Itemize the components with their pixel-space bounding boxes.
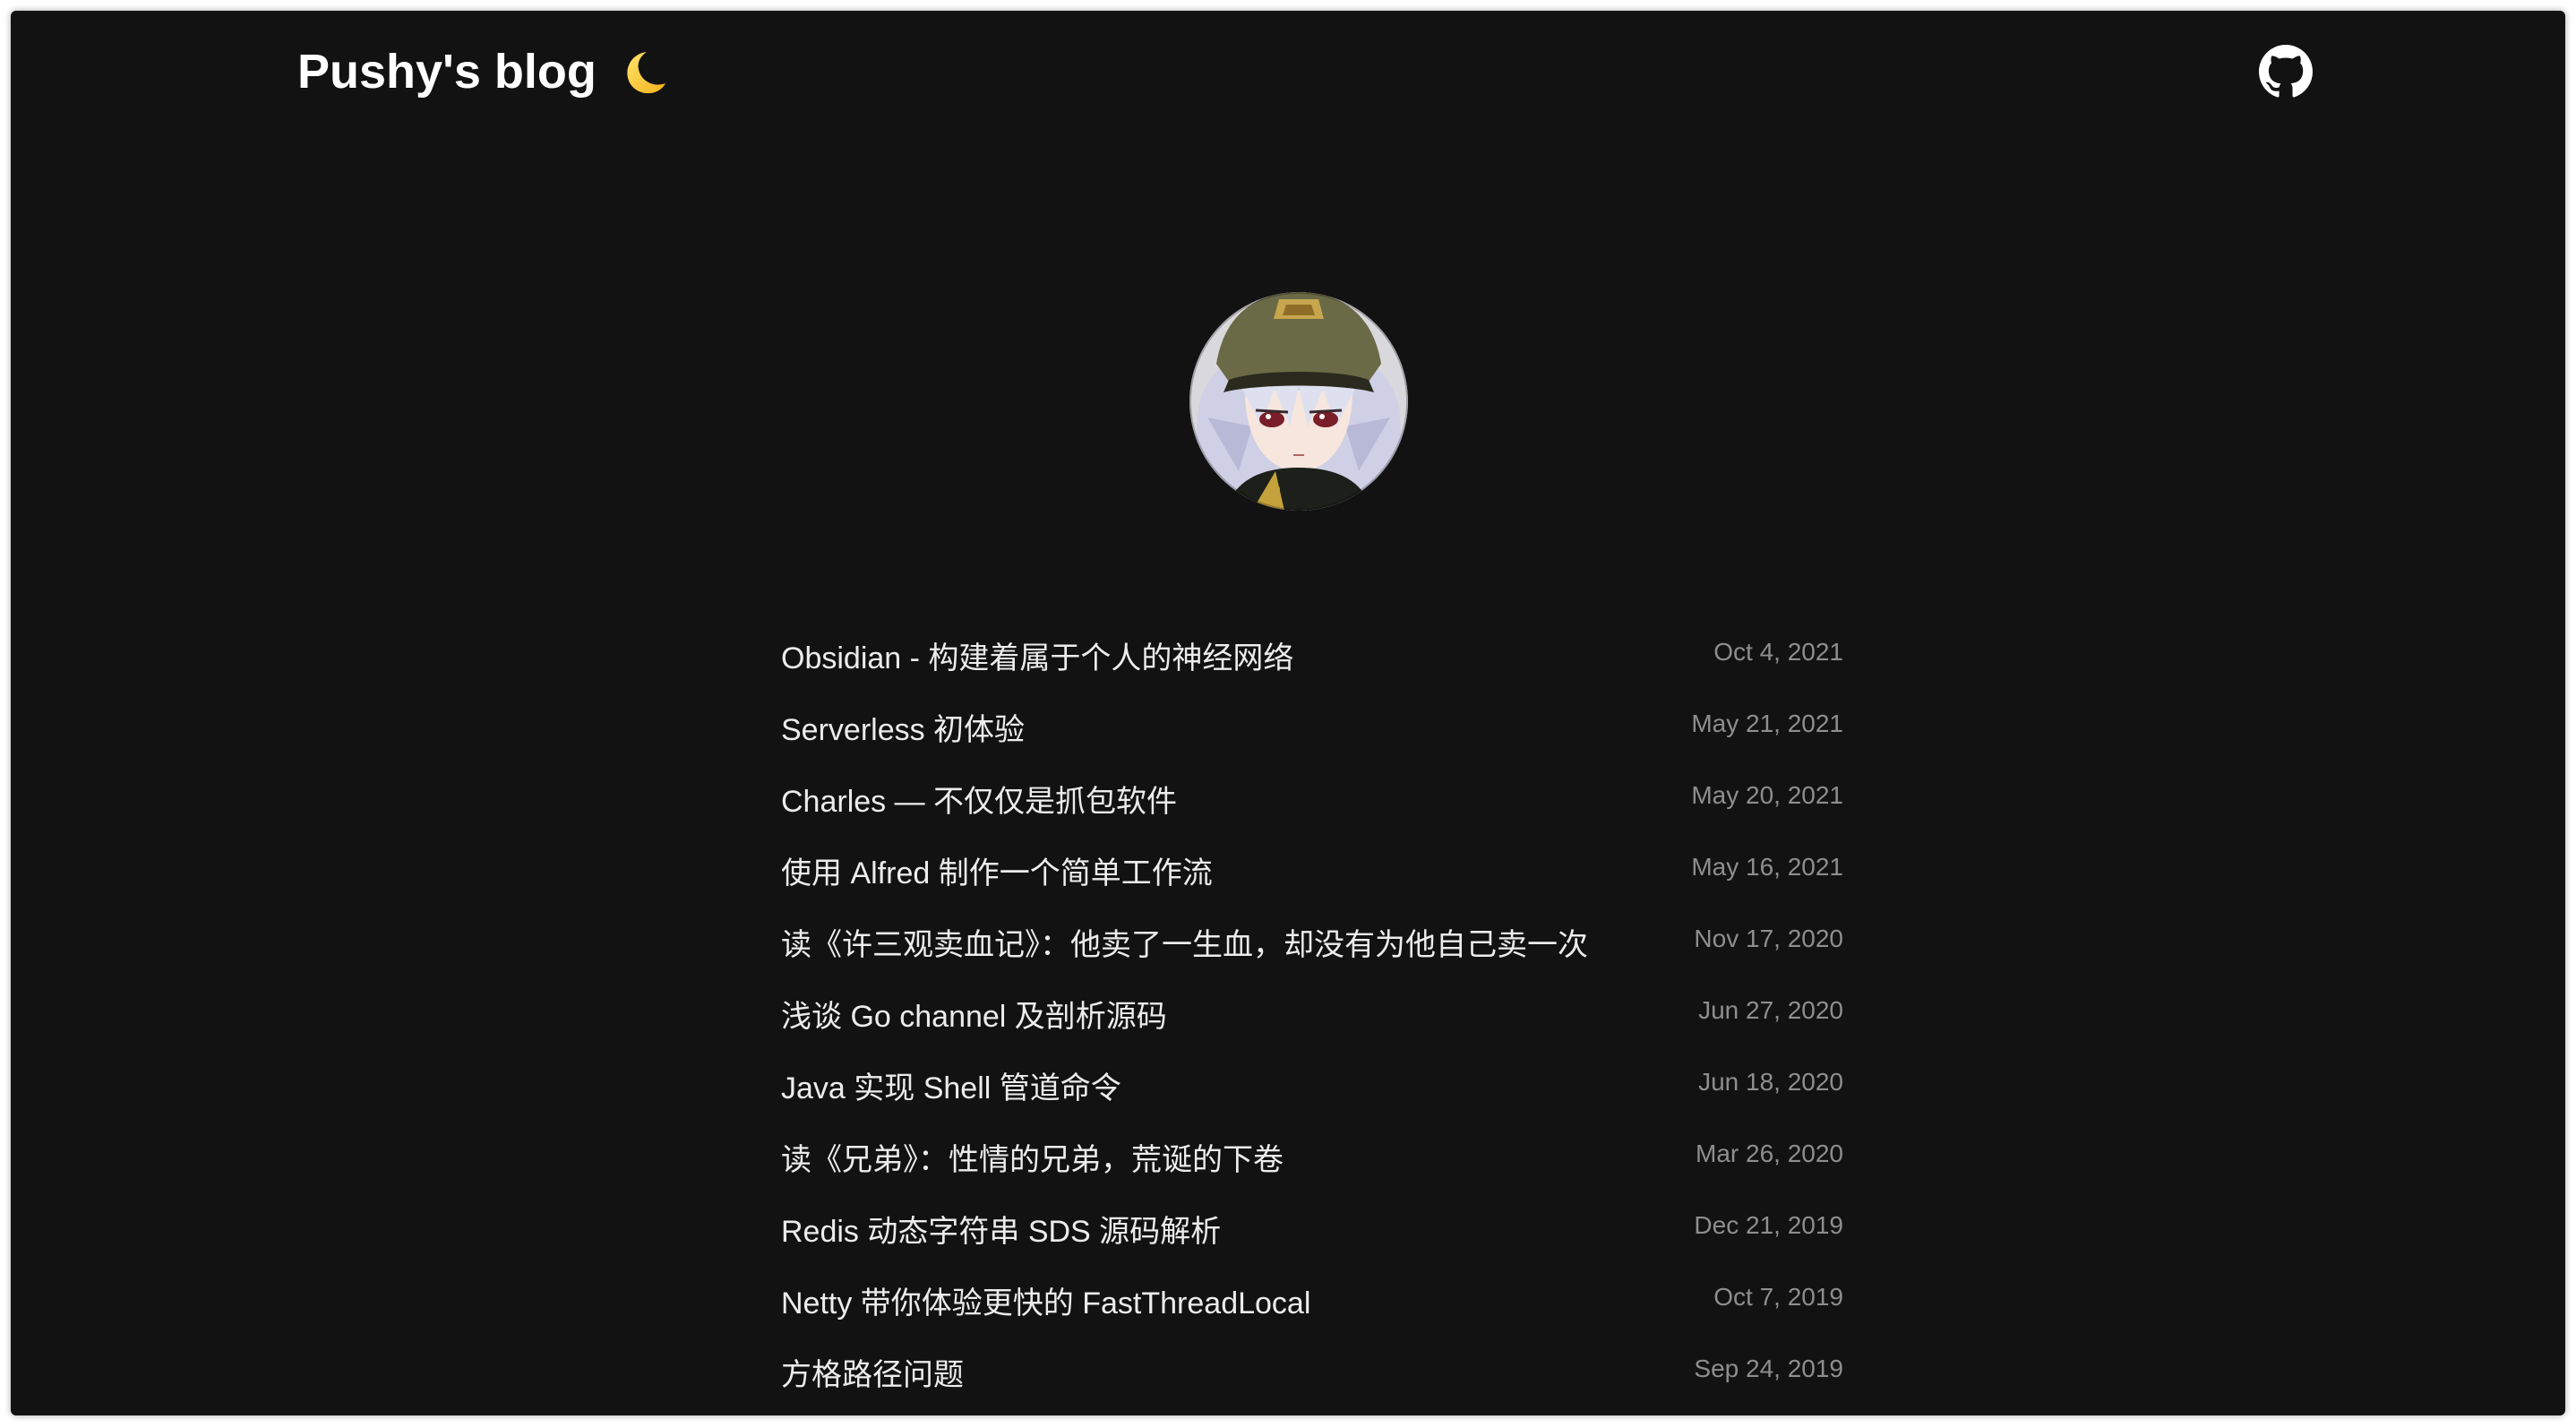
post-date: Jun 18, 2020 [1698,1068,1843,1096]
post-list-item[interactable]: 读《许三观卖血记》：他卖了一生血，却没有为他自己卖一次 Nov 17, 2020 [770,916,1843,987]
post-date: May 20, 2021 [1691,781,1843,809]
post-list-item[interactable]: Obsidian - 构建着属于个人的神经网络 Oct 4, 2021 [770,629,1843,701]
post-date: Oct 7, 2019 [1713,1283,1843,1311]
post-list-item[interactable]: Java 实现 Shell 管道命令 Jun 18, 2020 [770,1059,1843,1131]
post-list-item[interactable]: 浅谈 Go channel 及剖析源码 Jun 27, 2020 [770,987,1843,1059]
post-date: Sep 24, 2019 [1694,1355,1843,1382]
post-title-link[interactable]: Redis 动态字符串 SDS 源码解析 [781,1211,1221,1252]
post-title-link[interactable]: 读《兄弟》：性情的兄弟，荒诞的下卷 [781,1140,1284,1181]
post-list-item[interactable]: 方格路径问题 Sep 24, 2019 [770,1346,1843,1415]
post-date: Jun 27, 2020 [1698,996,1843,1024]
site-header: Pushy's blog [11,11,2565,136]
avatar [1189,292,1408,511]
post-title-link[interactable]: Netty 带你体验更快的 FastThreadLocal [781,1283,1310,1324]
post-date: Nov 17, 2020 [1694,925,1843,952]
post-list-item[interactable]: Charles — 不仅仅是抓包软件 May 20, 2021 [770,772,1843,844]
post-title-link[interactable]: 读《许三观卖血记》：他卖了一生血，却没有为他自己卖一次 [781,925,1588,966]
post-date: Oct 4, 2021 [1713,638,1843,666]
post-title-link[interactable]: 方格路径问题 [781,1355,964,1396]
post-date: May 21, 2021 [1691,710,1843,737]
post-date: May 16, 2021 [1691,853,1843,881]
post-title-link[interactable]: Obsidian - 构建着属于个人的神经网络 [781,638,1293,679]
post-title-link[interactable]: Java 实现 Shell 管道命令 [781,1068,1121,1109]
post-title-link[interactable]: 使用 Alfred 制作一个简单工作流 [781,853,1213,894]
post-title-link[interactable]: 浅谈 Go channel 及剖析源码 [781,996,1167,1037]
post-date: Mar 26, 2020 [1696,1140,1843,1167]
moon-icon[interactable] [616,45,672,100]
post-title-link[interactable]: Charles — 不仅仅是抓包软件 [781,781,1177,822]
post-title-link[interactable]: Serverless 初体验 [781,710,1025,751]
post-list-item[interactable]: Netty 带你体验更快的 FastThreadLocal Oct 7, 201… [770,1274,1843,1346]
post-list: Obsidian - 构建着属于个人的神经网络 Oct 4, 2021 Serv… [770,629,1843,1415]
post-date: Dec 21, 2019 [1694,1211,1843,1239]
site-title-link[interactable]: Pushy's blog [297,36,597,108]
post-list-item[interactable]: 使用 Alfred 制作一个简单工作流 May 16, 2021 [770,844,1843,916]
post-list-item[interactable]: Redis 动态字符串 SDS 源码解析 Dec 21, 2019 [770,1202,1843,1274]
post-list-item[interactable]: Serverless 初体验 May 21, 2021 [770,701,1843,772]
browser-window: Pushy's blog Obsidian - 构建着属于个人的神经网络 Oct… [11,11,2565,1415]
post-list-item[interactable]: 读《兄弟》：性情的兄弟，荒诞的下卷 Mar 26, 2020 [770,1131,1843,1202]
github-icon[interactable] [2259,45,2313,99]
